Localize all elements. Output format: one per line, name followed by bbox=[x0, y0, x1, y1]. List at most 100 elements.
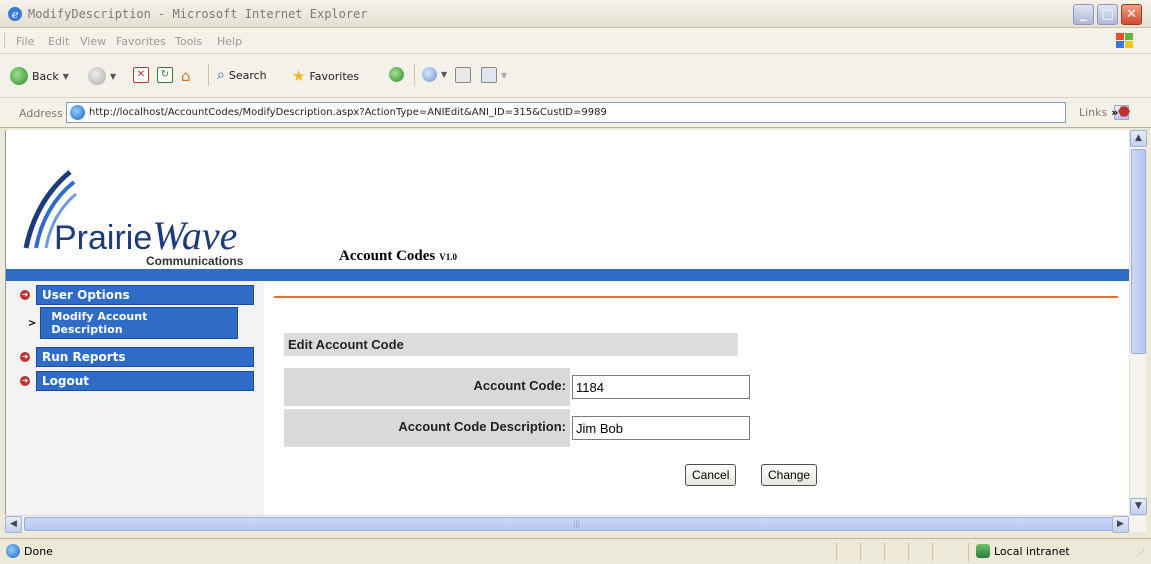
history-button[interactable] bbox=[389, 67, 404, 82]
stop-button[interactable]: ✕ bbox=[133, 67, 149, 83]
favorites-label: Favorites bbox=[309, 69, 360, 83]
address-input[interactable]: http://localhost/AccountCodes/ModifyDesc… bbox=[66, 102, 1129, 123]
scroll-right-icon[interactable]: ▶ bbox=[1112, 516, 1129, 533]
change-button[interactable]: Change bbox=[761, 464, 818, 486]
bullet-arrow-icon: ➜ bbox=[20, 352, 30, 362]
window-title: ModifyDescription - Microsoft Internet E… bbox=[28, 7, 368, 21]
refresh-button[interactable]: ↻ bbox=[157, 67, 173, 83]
modify-line1: Modify Account bbox=[51, 310, 148, 323]
minimize-button[interactable]: _ bbox=[1073, 4, 1094, 25]
toolbar-separator bbox=[208, 64, 209, 86]
print-button[interactable] bbox=[455, 67, 471, 83]
content-divider bbox=[274, 296, 1118, 298]
status-bar: Done Local intranet ⋰ bbox=[0, 538, 1151, 564]
maximize-button[interactable]: □ bbox=[1097, 4, 1118, 25]
logo-tagline: Communications bbox=[146, 254, 244, 268]
scroll-left-icon[interactable]: ◀ bbox=[5, 516, 22, 533]
page-icon bbox=[70, 105, 85, 120]
horizontal-scroll-thumb[interactable]: ||| bbox=[24, 517, 1129, 531]
description-label: Account Code Description: bbox=[398, 419, 566, 434]
section-title: Edit Account Code bbox=[288, 337, 404, 352]
ie-icon: e bbox=[8, 7, 22, 21]
menu-bar: File Edit View Favorites Tools Help bbox=[0, 28, 1151, 54]
account-code-label: Account Code: bbox=[473, 378, 566, 393]
edit-dropdown-icon: ▼ bbox=[501, 70, 508, 80]
menu-help[interactable]: Help bbox=[217, 35, 242, 48]
run-reports-button[interactable]: Run Reports bbox=[36, 347, 254, 367]
back-button[interactable]: Back ▼ bbox=[10, 67, 69, 85]
status-panel-divider bbox=[968, 543, 969, 561]
modify-account-description-button[interactable]: Modify Account Description bbox=[40, 307, 239, 339]
user-options-button[interactable]: User Options bbox=[36, 285, 254, 305]
nav-user-options[interactable]: ➜ User Options bbox=[20, 285, 254, 305]
edit-page-button[interactable]: ▼ bbox=[481, 67, 507, 83]
status-panel-divider bbox=[908, 543, 909, 561]
modify-line2: Description bbox=[51, 323, 123, 336]
stop-icon: ✕ bbox=[133, 67, 149, 83]
mail-dropdown-icon: ▼ bbox=[441, 70, 448, 79]
menu-favorites[interactable]: Favorites bbox=[116, 35, 166, 48]
resize-grip-icon[interactable]: ⋰ bbox=[1136, 549, 1145, 559]
vertical-scrollbar[interactable]: ▲ ▼ bbox=[1129, 130, 1147, 515]
search-label: Search bbox=[228, 68, 267, 82]
local-intranet-icon bbox=[976, 544, 990, 558]
toolbar-separator bbox=[414, 64, 415, 86]
home-icon: ⌂ bbox=[181, 67, 191, 85]
menu-grip bbox=[4, 33, 6, 48]
scroll-up-icon[interactable]: ▲ bbox=[1130, 130, 1147, 147]
refresh-icon: ↻ bbox=[157, 67, 173, 83]
bullet-arrow-icon: ➜ bbox=[20, 376, 30, 386]
edit-account-code-header: Edit Account Code bbox=[284, 333, 738, 356]
vertical-scroll-thumb[interactable] bbox=[1131, 149, 1146, 354]
nav-logout[interactable]: ➜ Logout bbox=[20, 371, 254, 391]
sub-arrow-icon: > bbox=[28, 317, 37, 329]
app-title-text: Account Codes bbox=[339, 248, 436, 264]
address-url: http://localhost/AccountCodes/ModifyDesc… bbox=[89, 107, 607, 118]
status-panel-divider bbox=[932, 543, 933, 561]
favorites-button[interactable]: ★ Favorites bbox=[292, 67, 359, 85]
nav-run-reports[interactable]: ➜ Run Reports bbox=[20, 347, 254, 367]
search-icon: ⌕ bbox=[217, 67, 225, 83]
search-button[interactable]: ⌕ Search bbox=[217, 67, 267, 83]
favorites-star-icon: ★ bbox=[292, 67, 306, 85]
header-divider bbox=[6, 269, 1129, 281]
title-bar: e ModifyDescription - Microsoft Internet… bbox=[0, 0, 1151, 28]
menu-view[interactable]: View bbox=[80, 35, 106, 48]
status-panel-divider bbox=[836, 543, 837, 561]
toolbar-extension-icon[interactable]: ⬣ bbox=[1118, 104, 1130, 120]
menu-edit[interactable]: Edit bbox=[48, 35, 69, 48]
sidebar: ➜ User Options > Modify Account Descript… bbox=[6, 281, 264, 515]
prairiewave-logo: PrairieWave Communications bbox=[16, 170, 296, 270]
close-icon: ✕ bbox=[1126, 7, 1137, 22]
links-label: Links bbox=[1079, 106, 1108, 119]
app-title: Account Codes V1.0 bbox=[339, 248, 457, 265]
windows-logo-icon bbox=[1116, 33, 1133, 48]
home-button[interactable]: ⌂ bbox=[181, 67, 191, 85]
menu-tools[interactable]: Tools bbox=[175, 35, 202, 48]
mail-icon bbox=[422, 67, 437, 82]
security-zone: Local intranet bbox=[994, 545, 1070, 558]
description-row: Account Code Description: bbox=[284, 409, 570, 447]
logout-button[interactable]: Logout bbox=[36, 371, 254, 391]
scroll-down-icon[interactable]: ▼ bbox=[1130, 498, 1147, 515]
app-version: V1.0 bbox=[439, 252, 457, 262]
links-button[interactable]: Links» bbox=[1079, 106, 1118, 119]
nav-modify-description[interactable]: > Modify Account Description bbox=[28, 307, 239, 339]
logo-word2: Wave bbox=[152, 213, 238, 258]
account-code-input[interactable] bbox=[572, 375, 750, 399]
maximize-icon: □ bbox=[1101, 7, 1114, 22]
horizontal-scrollbar[interactable]: ◀ ||| ▶ bbox=[5, 515, 1146, 533]
forward-button[interactable]: ▼ bbox=[88, 67, 116, 85]
minimize-icon: _ bbox=[1080, 7, 1087, 22]
address-bar: Address http://localhost/AccountCodes/Mo… bbox=[0, 98, 1151, 128]
mail-button[interactable]: ▼ bbox=[422, 67, 447, 82]
menu-file[interactable]: File bbox=[16, 35, 34, 48]
close-button[interactable]: ✕ bbox=[1121, 4, 1142, 25]
page-viewport: PrairieWave Communications Account Codes… bbox=[5, 130, 1129, 515]
account-code-row: Account Code: bbox=[284, 368, 570, 406]
svg-text:e: e bbox=[12, 8, 19, 21]
page-done-icon bbox=[6, 544, 20, 558]
description-input[interactable] bbox=[572, 416, 750, 440]
cancel-button[interactable]: Cancel bbox=[685, 464, 737, 486]
back-dropdown-icon: ▼ bbox=[62, 71, 69, 81]
